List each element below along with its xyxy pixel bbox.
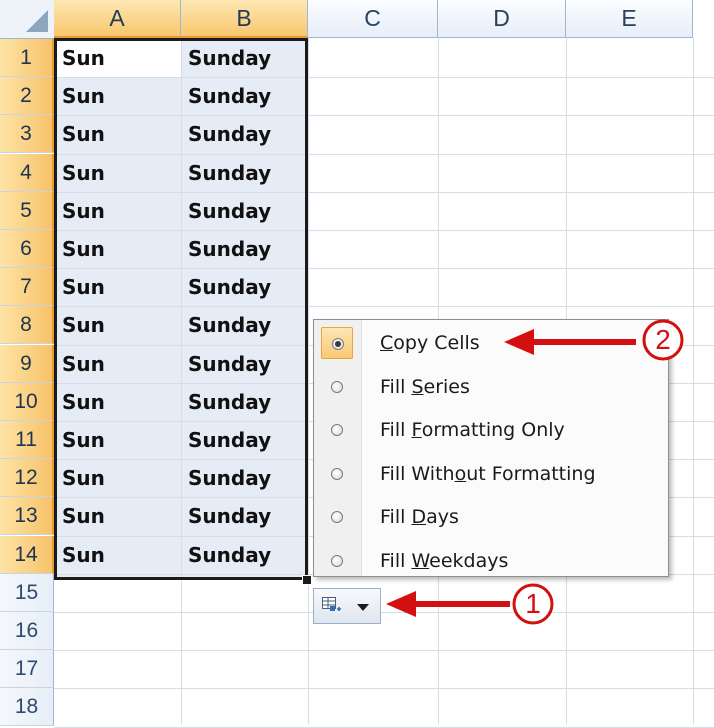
annotation-arrow-2 xyxy=(504,329,636,355)
annotation-badge-2: 2 xyxy=(655,324,671,355)
annotation-layer xyxy=(386,319,684,625)
annotation-badge-1: 1 xyxy=(525,588,541,619)
spreadsheet: A B C D E 1 2 3 4 5 6 7 8 9 10 11 12 13 14 15 16 17 18 Su… xyxy=(0,0,714,728)
annotation-arrow-1 xyxy=(386,591,510,617)
